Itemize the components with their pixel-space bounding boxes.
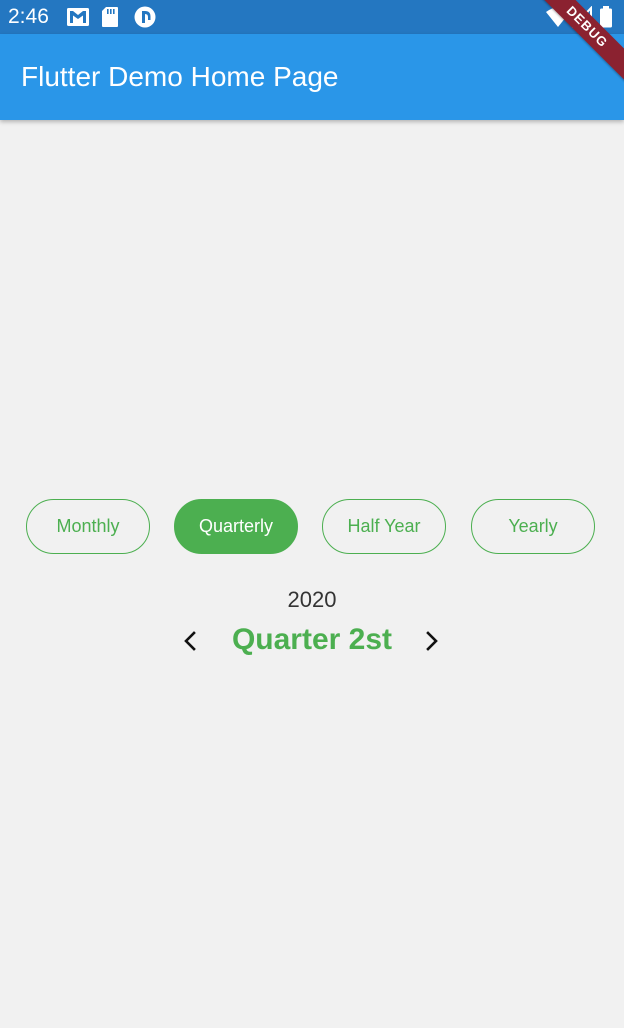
period-label: Quarter 2st (231, 623, 393, 656)
sd-card-icon (100, 6, 120, 28)
app-notification-icon (133, 6, 157, 28)
period-option-monthly[interactable]: Monthly (26, 499, 150, 554)
status-time: 2:46 (8, 5, 49, 28)
status-bar: 2:46 (0, 0, 624, 34)
app-title: Flutter Demo Home Page (21, 61, 339, 92)
chevron-right-icon[interactable] (418, 628, 444, 654)
chevron-left-icon[interactable] (178, 628, 204, 654)
period-option-yearly[interactable]: Yearly (471, 499, 595, 554)
period-option-half-year[interactable]: Half Year (322, 499, 446, 554)
gmail-icon (66, 6, 90, 28)
app-bar: Flutter Demo Home Page (0, 34, 624, 120)
year-label: 2020 (287, 587, 337, 612)
period-selector: Monthly Quarterly Half Year Yearly (0, 499, 624, 555)
period-option-quarterly[interactable]: Quarterly (174, 499, 298, 554)
